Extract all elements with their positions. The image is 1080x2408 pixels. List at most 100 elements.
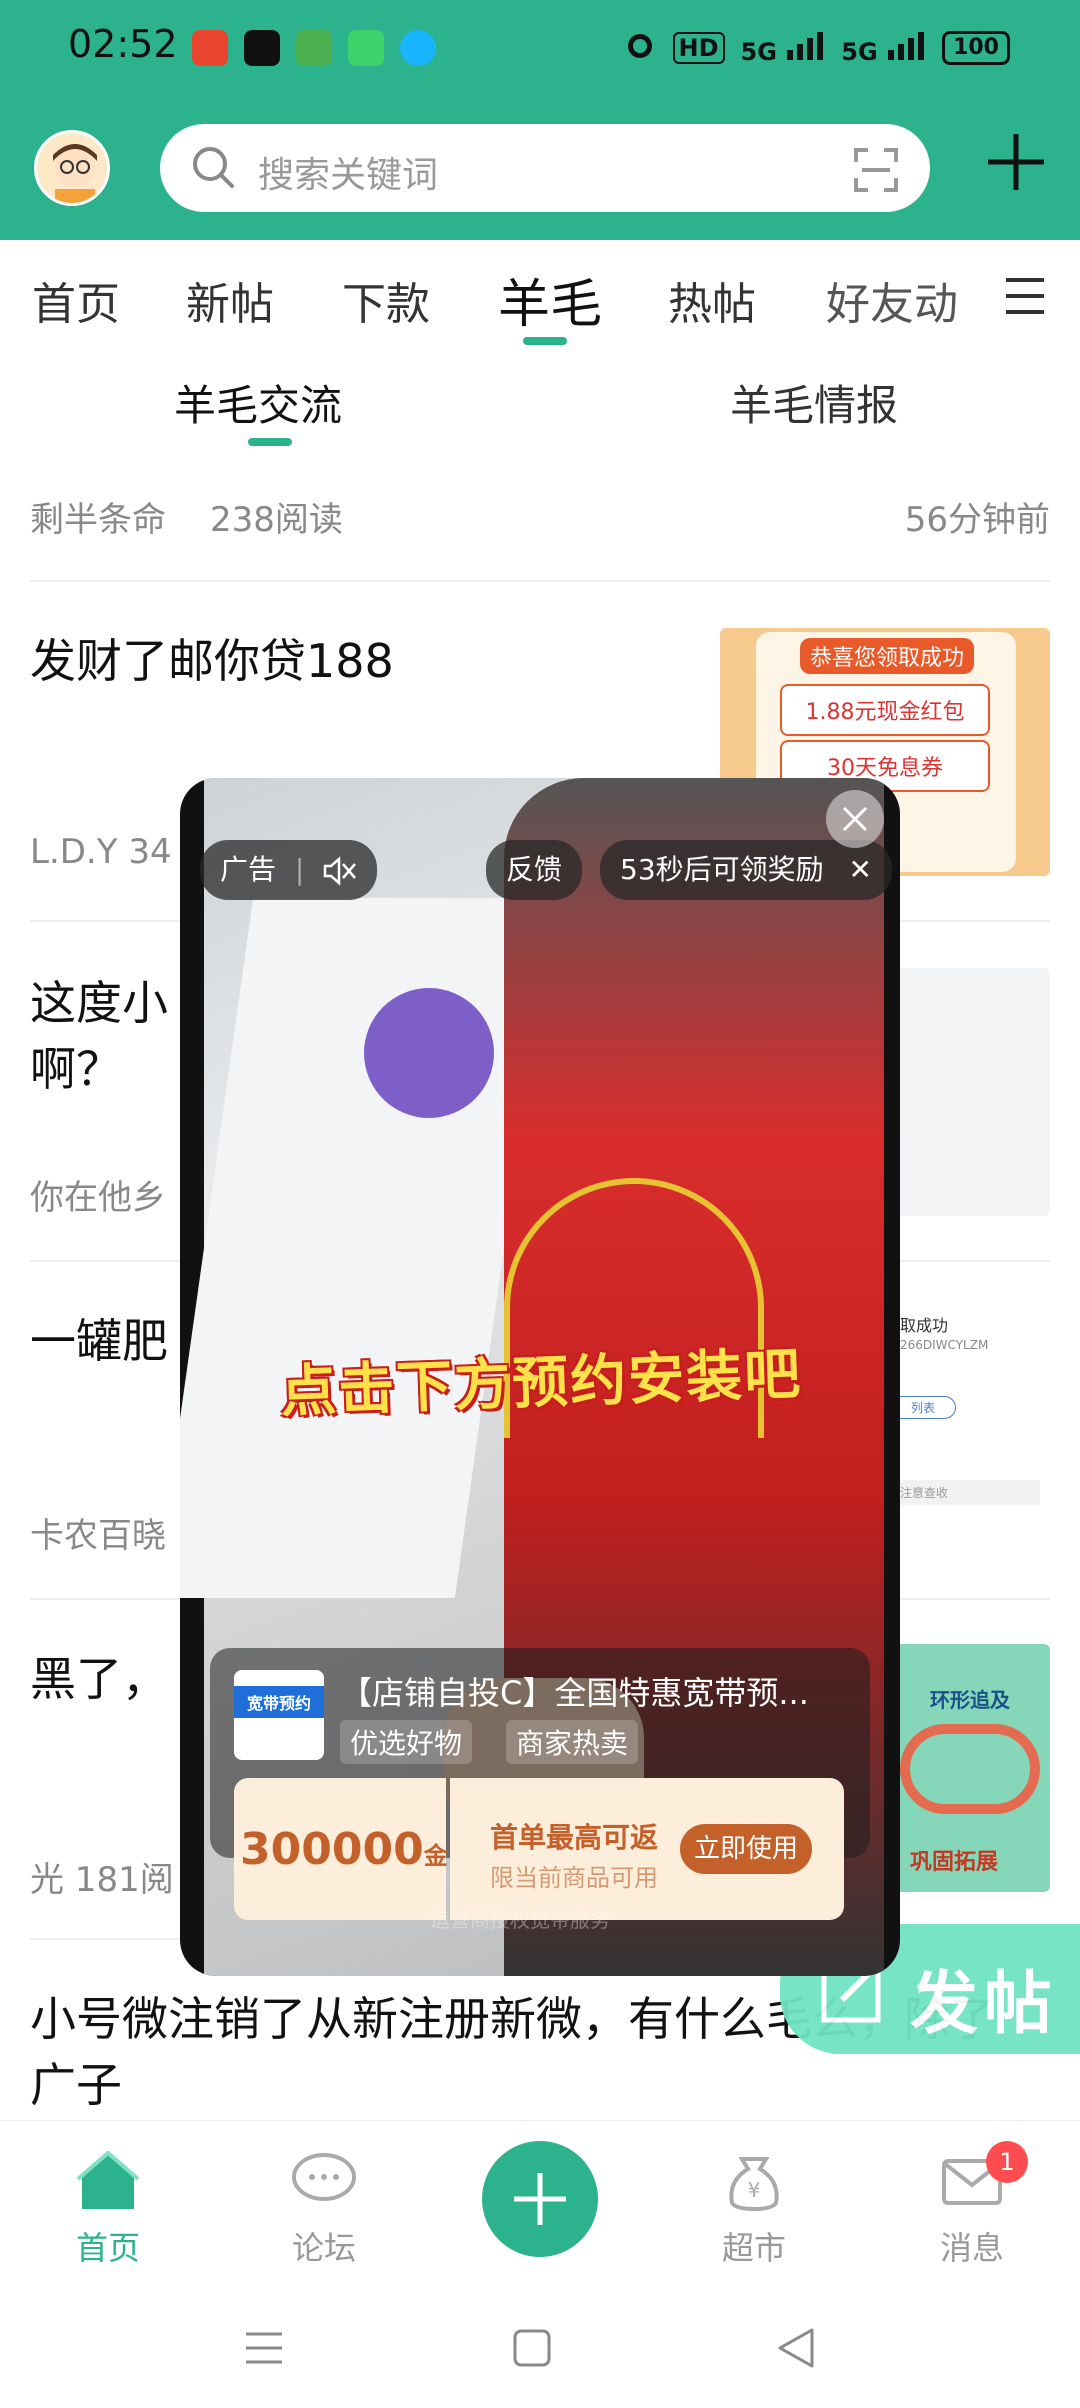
reward-text: 53秒后可领奖励 bbox=[620, 853, 824, 886]
close-reward-icon[interactable]: ✕ bbox=[849, 853, 872, 886]
message-app-icon bbox=[296, 30, 332, 66]
coupon-amount-value: 300000 bbox=[240, 1824, 424, 1875]
create-post-label: 发帖 bbox=[910, 1965, 1059, 2044]
money-bag-icon: ¥ bbox=[722, 2157, 786, 2215]
post-meta: 卡农百晓 bbox=[30, 1516, 166, 1556]
alarm-icon bbox=[623, 28, 657, 68]
coupon-info-box[interactable]: 首单最高可返 限当前商品可用 立即使用 bbox=[450, 1778, 844, 1920]
pill-separator: | bbox=[294, 853, 305, 886]
thumb-text: 266DIWCYLZM bbox=[900, 1338, 989, 1352]
thumb-text: 请注意查收 bbox=[880, 1480, 1040, 1505]
subtab-exchange[interactable]: 羊毛交流 bbox=[174, 372, 342, 433]
category-tabs: 首页 新帖 下款 羊毛 热帖 好友动 bbox=[0, 240, 1080, 350]
thumb-text: 巩固拓展 bbox=[910, 1850, 999, 1875]
product-tag: 优选好物 bbox=[340, 1720, 473, 1764]
nav-home-label: 首页 bbox=[75, 2229, 140, 2267]
product-title: 【店铺自投C】全国特惠宽带预... bbox=[340, 1674, 809, 1712]
subtab-indicator bbox=[248, 438, 292, 446]
mute-icon[interactable] bbox=[323, 853, 357, 886]
scene-mat bbox=[364, 988, 494, 1118]
thumb-text: 恭喜您领取成功 bbox=[800, 638, 975, 674]
net-label-2: 5G bbox=[841, 38, 878, 66]
product-image: 宽带预约 bbox=[234, 1670, 324, 1760]
battery-indicator: 100 bbox=[942, 31, 1010, 65]
qq-app-icon bbox=[400, 30, 436, 66]
post-reads: 238阅读 bbox=[210, 500, 343, 540]
nav-add-button[interactable] bbox=[482, 2141, 598, 2257]
net-label-1: 5G bbox=[740, 38, 777, 66]
avatar[interactable] bbox=[34, 130, 110, 206]
search-input[interactable]: 搜索关键词 bbox=[160, 124, 930, 212]
coupon-amount-box[interactable]: 300000金币 bbox=[234, 1778, 472, 1920]
recent-apps-icon[interactable] bbox=[244, 2328, 284, 2372]
nav-forum-label: 论坛 bbox=[291, 2229, 356, 2267]
post-title: 一罐肥 bbox=[30, 1314, 168, 1368]
track-shape bbox=[900, 1724, 1040, 1814]
post-title: 黑了， bbox=[30, 1652, 168, 1706]
tiktok-app-icon bbox=[244, 30, 280, 66]
status-right: HD 5G 5G 100 bbox=[623, 28, 1010, 68]
post-title-line2: 啊？ bbox=[30, 1042, 122, 1096]
ad-label-pill: 广告 | bbox=[200, 840, 378, 900]
search-icon bbox=[190, 144, 238, 196]
post-author: 剩半条命 bbox=[30, 500, 166, 540]
tab-home[interactable]: 首页 bbox=[32, 268, 120, 332]
product-tag: 商家热卖 bbox=[506, 1720, 639, 1764]
chat-icon bbox=[290, 2153, 358, 2215]
home-square-icon[interactable] bbox=[512, 2328, 552, 2372]
post-title-line2: 广子 bbox=[30, 2058, 122, 2112]
bottom-nav: 首页 论坛 ¥ 超市 消息 1 bbox=[0, 2120, 1080, 2290]
search-placeholder: 搜索关键词 bbox=[258, 155, 439, 196]
feedback-button[interactable]: 反馈 bbox=[486, 840, 583, 900]
add-icon[interactable] bbox=[984, 130, 1048, 198]
signal-icon-1: 5G bbox=[741, 30, 826, 66]
tab-new-posts[interactable]: 新帖 bbox=[186, 268, 274, 332]
nav-messages-label: 消息 bbox=[939, 2229, 1004, 2267]
nav-market-label: 超市 bbox=[721, 2229, 786, 2267]
thumb-text: 环形追及 bbox=[930, 1688, 1010, 1712]
sub-tabs: 羊毛交流 羊毛情报 bbox=[0, 350, 1080, 460]
ad-label: 广告 bbox=[220, 853, 277, 886]
tab-yangmao[interactable]: 羊毛 bbox=[498, 262, 602, 337]
hd-badge: HD bbox=[672, 32, 725, 64]
post-meta: 光 181阅 bbox=[30, 1860, 174, 1900]
post-title-line1: 这度小 bbox=[30, 976, 168, 1030]
tab-hot[interactable]: 热帖 bbox=[668, 268, 756, 332]
coupon-line1: 首单最高可返 bbox=[490, 1821, 659, 1854]
post-meta: L.D.Y 34 bbox=[30, 832, 172, 872]
system-nav-bar bbox=[0, 2290, 1080, 2408]
divider bbox=[30, 580, 1050, 582]
scene-cabinet bbox=[180, 898, 554, 1598]
thumb-text: 1.88元现金红包 bbox=[780, 684, 990, 736]
subtab-intel[interactable]: 羊毛情报 bbox=[730, 372, 898, 433]
top-header: 02:52 HD 5G 5G 100 搜索关键词 bbox=[0, 0, 1080, 240]
nav-messages[interactable]: 消息 1 bbox=[912, 2141, 1032, 2269]
nav-forum[interactable]: 论坛 bbox=[264, 2151, 384, 2269]
use-now-button[interactable]: 立即使用 bbox=[680, 1824, 812, 1874]
coupon-line2: 限当前商品可用 bbox=[490, 1864, 658, 1892]
status-bar: 02:52 HD 5G 5G 100 bbox=[0, 0, 1080, 100]
close-icon[interactable] bbox=[826, 790, 884, 848]
svg-text:¥: ¥ bbox=[748, 2178, 761, 2202]
post-title: 发财了邮你贷188 bbox=[30, 634, 394, 688]
coupon-amount: 300000金币 bbox=[240, 1824, 472, 1875]
ad-footer-note: 运营商授权宽带服务 bbox=[430, 1908, 610, 1932]
mail-icon bbox=[940, 2159, 1004, 2215]
tab-loans[interactable]: 下款 bbox=[342, 268, 430, 332]
nav-market[interactable]: ¥ 超市 bbox=[694, 2151, 814, 2269]
post-meta: 你在他乡 bbox=[30, 1178, 166, 1218]
signal-icon-2: 5G bbox=[841, 30, 926, 66]
back-icon[interactable] bbox=[776, 2326, 816, 2374]
tab-indicator bbox=[523, 337, 567, 345]
home-icon bbox=[76, 2150, 140, 2215]
reward-countdown[interactable]: 53秒后可领奖励 ✕ bbox=[600, 840, 893, 900]
scan-icon[interactable] bbox=[852, 146, 900, 198]
battery-app-icon bbox=[348, 30, 384, 66]
product-image-label: 宽带预约 bbox=[234, 1686, 324, 1718]
nav-home[interactable]: 首页 bbox=[48, 2150, 168, 2269]
status-time: 02:52 bbox=[68, 22, 178, 66]
tab-friends[interactable]: 好友动 bbox=[826, 268, 962, 332]
menu-icon[interactable] bbox=[1004, 276, 1046, 320]
post-time: 56分钟前 bbox=[904, 500, 1050, 540]
video-ad-overlay[interactable]: 广告 | 反馈 53秒后可领奖励 ✕ 点击下方预约安装吧 宽带预约 【店铺自投C… bbox=[180, 778, 900, 1976]
